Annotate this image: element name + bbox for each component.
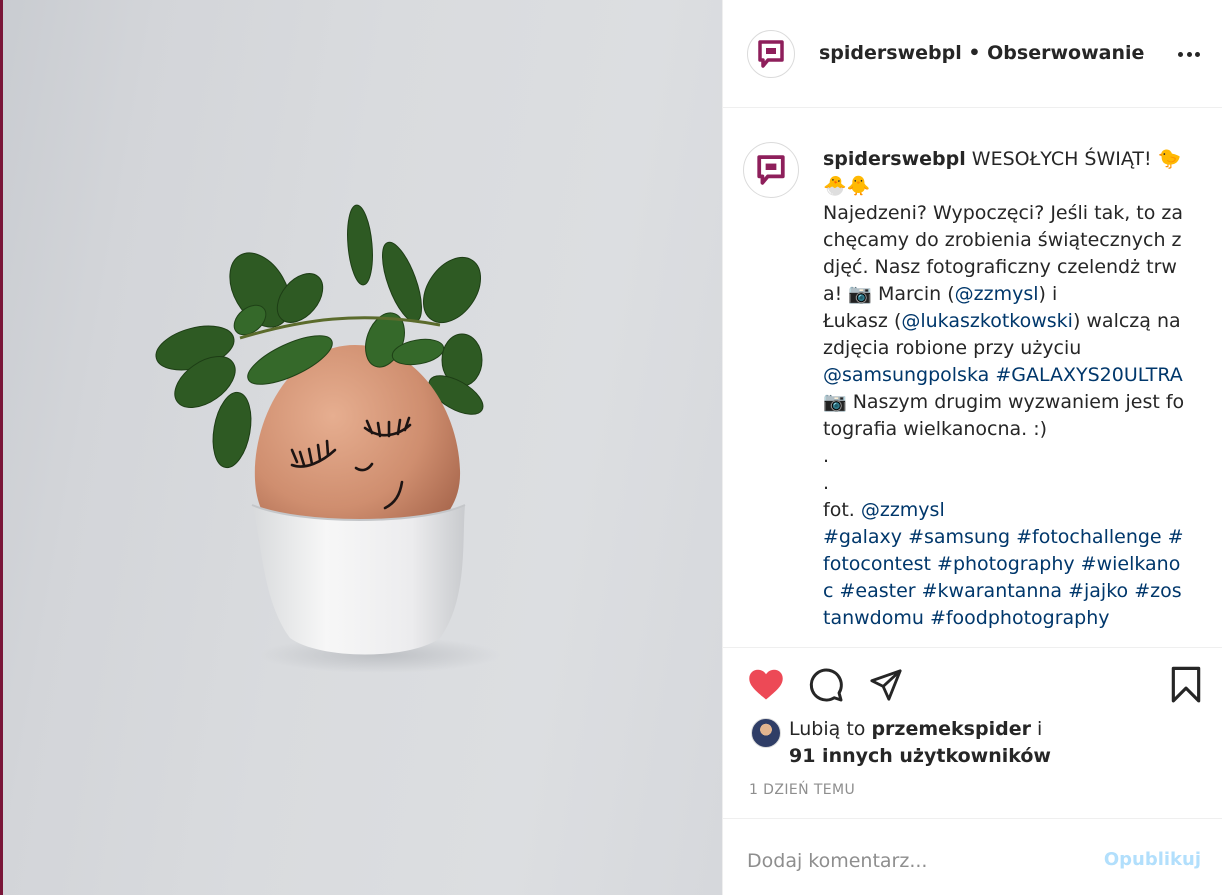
- mention-link[interactable]: @zzmysl: [861, 499, 945, 521]
- caption-section: spiderswebpl WESOŁYCH ŚWIĄT! 🐤🐣🐥 Najedze…: [723, 108, 1222, 648]
- mention-link[interactable]: @samsungpolska: [823, 364, 989, 386]
- action-bar: [723, 648, 1222, 718]
- username-link[interactable]: spiderswebpl: [819, 42, 962, 64]
- comment-icon: [809, 668, 843, 702]
- profile-avatar[interactable]: [747, 30, 795, 78]
- comment-form: Opublikuj: [723, 818, 1222, 895]
- mention-link[interactable]: @lukaszkotkowski: [901, 310, 1073, 332]
- bookmark-button[interactable]: [1167, 666, 1205, 704]
- easter-egg-illustration: [155, 204, 500, 673]
- post-details-panel: spiderswebpl • Obserwowanie spiderswebpl…: [722, 0, 1222, 895]
- caption-avatar[interactable]: [743, 142, 799, 198]
- likes-line: Lubią to przemekspider i: [789, 718, 1042, 740]
- publish-button[interactable]: Opublikuj: [1104, 849, 1201, 870]
- liker-username[interactable]: przemekspider: [871, 718, 1031, 740]
- spidersweb-logo-icon: [757, 155, 785, 185]
- hashtags-link[interactable]: #galaxy #samsung #fotochallenge #fotocon…: [823, 526, 1184, 629]
- mention-link[interactable]: @zzmysl: [955, 283, 1039, 305]
- spidersweb-logo-icon: [758, 40, 784, 68]
- likes-summary: Lubią to przemekspider i 91 innych użytk…: [749, 716, 1209, 776]
- hashtag-link[interactable]: #GALAXYS20ULTRA: [995, 364, 1182, 386]
- caption-text: spiderswebpl WESOŁYCH ŚWIĄT! 🐤🐣🐥 Najedze…: [823, 146, 1185, 632]
- post-header: spiderswebpl • Obserwowanie: [723, 0, 1222, 108]
- heart-icon: [749, 669, 783, 700]
- more-options-icon[interactable]: [1175, 40, 1203, 68]
- bookmark-icon: [1171, 666, 1201, 703]
- header-name-line: spiderswebpl • Obserwowanie: [819, 42, 1144, 64]
- liker-avatar[interactable]: [751, 718, 781, 748]
- post-photo[interactable]: [0, 0, 722, 895]
- likes-suffix: i: [1030, 718, 1043, 740]
- share-button[interactable]: [867, 666, 905, 704]
- likes-others-button[interactable]: 91 innych użytkowników: [789, 745, 1051, 767]
- like-button[interactable]: [747, 666, 785, 704]
- comment-input[interactable]: [747, 841, 1087, 881]
- comment-button[interactable]: [807, 666, 845, 704]
- caption-username[interactable]: spiderswebpl: [823, 148, 966, 170]
- separator-dot: •: [968, 42, 981, 64]
- follow-status-button[interactable]: Obserwowanie: [987, 42, 1144, 64]
- caption-part: WESOŁYCH ŚWIĄT! 🐤🐣🐥 Najedzeni? Wypoczęci…: [823, 148, 1184, 305]
- share-icon: [870, 669, 902, 701]
- post-timestamp[interactable]: 1 DZIEŃ TEMU: [749, 782, 855, 798]
- likes-prefix: Lubią to: [789, 718, 872, 740]
